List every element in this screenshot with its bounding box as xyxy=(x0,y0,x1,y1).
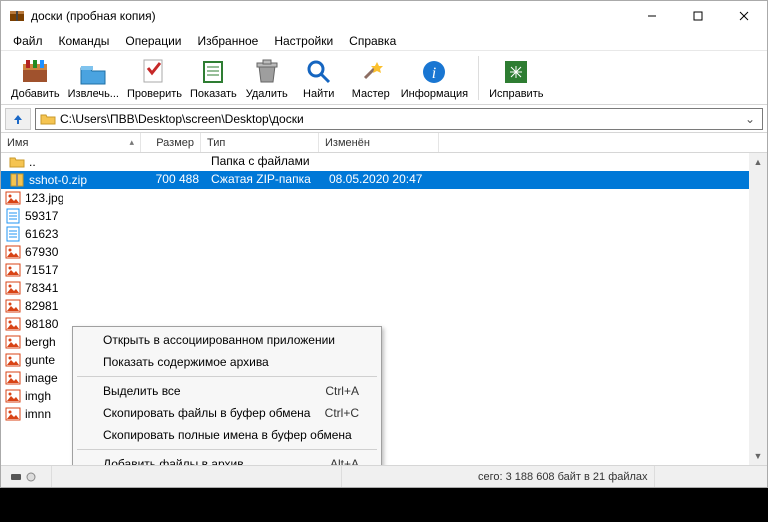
up-button[interactable] xyxy=(5,108,31,130)
img-icon xyxy=(5,352,21,368)
sort-asc-icon: ▴ xyxy=(129,137,134,148)
toolbar-find-button[interactable]: Найти xyxy=(293,53,345,103)
list-item[interactable]: bergh xyxy=(1,333,63,351)
titlebar: доски (пробная копия) xyxy=(1,1,767,31)
status-icon xyxy=(5,466,52,487)
col-modified[interactable]: Изменён xyxy=(319,133,439,152)
address-dropdown-icon[interactable]: ⌄ xyxy=(742,112,758,126)
window-title: доски (пробная копия) xyxy=(31,9,629,23)
list-item[interactable]: ..Папка с файлами xyxy=(1,153,749,171)
maximize-button[interactable] xyxy=(675,1,721,31)
col-name[interactable]: Имя▴ xyxy=(1,133,141,152)
img-icon xyxy=(5,316,21,332)
img-icon xyxy=(5,190,21,206)
extract-icon xyxy=(79,58,107,86)
scroll-up-icon[interactable]: ▲ xyxy=(749,153,767,171)
context-item[interactable]: Показать содержимое архива xyxy=(75,351,379,373)
img-icon xyxy=(5,406,21,422)
folder-icon xyxy=(40,111,56,127)
menubar: Файл Команды Операции Избранное Настройк… xyxy=(1,31,767,51)
img-icon xyxy=(5,280,21,296)
menu-favorites[interactable]: Избранное xyxy=(190,32,267,50)
list-item[interactable]: 123.jpg xyxy=(1,189,63,207)
toolbar-wizard-button[interactable]: Мастер xyxy=(345,53,397,103)
col-size[interactable]: Размер xyxy=(141,133,201,152)
context-item[interactable]: Добавить файлы в архивAlt+A xyxy=(75,453,379,465)
toolbar-label: Показать xyxy=(190,88,237,100)
img-icon xyxy=(5,244,21,260)
list-item[interactable]: gunte xyxy=(1,351,63,369)
context-item[interactable]: Скопировать файлы в буфер обменаCtrl+C xyxy=(75,402,379,424)
img-icon xyxy=(5,334,21,350)
menu-operations[interactable]: Операции xyxy=(117,32,189,50)
toolbar-view-button[interactable]: Показать xyxy=(186,53,241,103)
img-icon xyxy=(5,262,21,278)
img-icon xyxy=(5,388,21,404)
view-icon xyxy=(199,58,227,86)
toolbar-repair-button[interactable]: Исправить xyxy=(485,53,547,103)
list-item[interactable]: 61623 xyxy=(1,225,63,243)
file-list: Имя▴ Размер Тип Изменён ..Папка с файлам… xyxy=(1,133,767,465)
menu-file[interactable]: Файл xyxy=(5,32,51,50)
status-total: сего: 3 188 608 байт в 21 файлах xyxy=(472,466,655,487)
list-item[interactable]: 67930 xyxy=(1,243,63,261)
col-type[interactable]: Тип xyxy=(201,133,319,152)
list-item[interactable]: 59317 xyxy=(1,207,63,225)
toolbar-label: Мастер xyxy=(352,88,390,100)
test-icon xyxy=(140,58,168,86)
toolbar-test-button[interactable]: Проверить xyxy=(123,53,186,103)
vertical-scrollbar[interactable]: ▲ ▼ xyxy=(749,153,767,465)
toolbar-label: Исправить xyxy=(489,88,543,100)
app-window: доски (пробная копия) Файл Команды Опера… xyxy=(0,0,768,488)
minimize-button[interactable] xyxy=(629,1,675,31)
list-item[interactable]: imgh xyxy=(1,387,63,405)
wizard-icon xyxy=(357,58,385,86)
info-icon: i xyxy=(420,58,448,86)
toolbar-delete-button[interactable]: Удалить xyxy=(241,53,293,103)
toolbar-label: Добавить xyxy=(11,88,60,100)
toolbar-label: Проверить xyxy=(127,88,182,100)
statusbar: сего: 3 188 608 байт в 21 файлах xyxy=(1,465,767,487)
scroll-down-icon[interactable]: ▼ xyxy=(749,447,767,465)
list-item[interactable]: imnn xyxy=(1,405,63,423)
folder-icon xyxy=(9,154,25,170)
toolbar-label: Извлечь... xyxy=(68,88,119,100)
list-item[interactable]: 78341 xyxy=(1,279,63,297)
svg-text:i: i xyxy=(432,65,436,82)
list-item[interactable]: image xyxy=(1,369,63,387)
context-item[interactable]: Открыть в ассоциированном приложении xyxy=(75,329,379,351)
toolbar-label: Найти xyxy=(303,88,334,100)
list-item[interactable]: 71517 xyxy=(1,261,63,279)
app-icon xyxy=(9,8,25,24)
context-menu: Открыть в ассоциированном приложенииПока… xyxy=(72,326,382,465)
repair-icon xyxy=(502,58,530,86)
menu-help[interactable]: Справка xyxy=(341,32,404,50)
zip-icon xyxy=(9,172,25,188)
list-item[interactable]: 82981 xyxy=(1,297,63,315)
list-item[interactable]: sshot-0.zip700 488Сжатая ZIP-папка08.05.… xyxy=(1,171,749,189)
address-text: C:\Users\ПВВ\Desktop\screen\Desktop\доск… xyxy=(60,112,742,126)
close-button[interactable] xyxy=(721,1,767,31)
toolbar: Добавить Извлечь... Проверить Показать Удали… xyxy=(1,51,767,105)
context-item[interactable]: Скопировать полные имена в буфер обмена xyxy=(75,424,379,446)
address-bar: C:\Users\ПВВ\Desktop\screen\Desktop\доск… xyxy=(1,105,767,133)
delete-icon xyxy=(253,58,281,86)
list-item[interactable]: 98180 xyxy=(1,315,63,333)
txt-icon xyxy=(5,208,21,224)
context-item[interactable]: Выделить всеCtrl+A xyxy=(75,380,379,402)
menu-commands[interactable]: Команды xyxy=(51,32,118,50)
img-icon xyxy=(5,370,21,386)
toolbar-label: Информация xyxy=(401,88,468,100)
toolbar-extract-button[interactable]: Извлечь... xyxy=(64,53,123,103)
img-icon xyxy=(5,298,21,314)
add-icon xyxy=(21,58,49,86)
toolbar-label: Удалить xyxy=(246,88,288,100)
menu-settings[interactable]: Настройки xyxy=(266,32,341,50)
txt-icon xyxy=(5,226,21,242)
list-header: Имя▴ Размер Тип Изменён xyxy=(1,133,767,153)
toolbar-add-button[interactable]: Добавить xyxy=(7,53,64,103)
toolbar-info-button[interactable]: i Информация xyxy=(397,53,472,103)
address-input[interactable]: C:\Users\ПВВ\Desktop\screen\Desktop\доск… xyxy=(35,108,763,130)
find-icon xyxy=(305,58,333,86)
